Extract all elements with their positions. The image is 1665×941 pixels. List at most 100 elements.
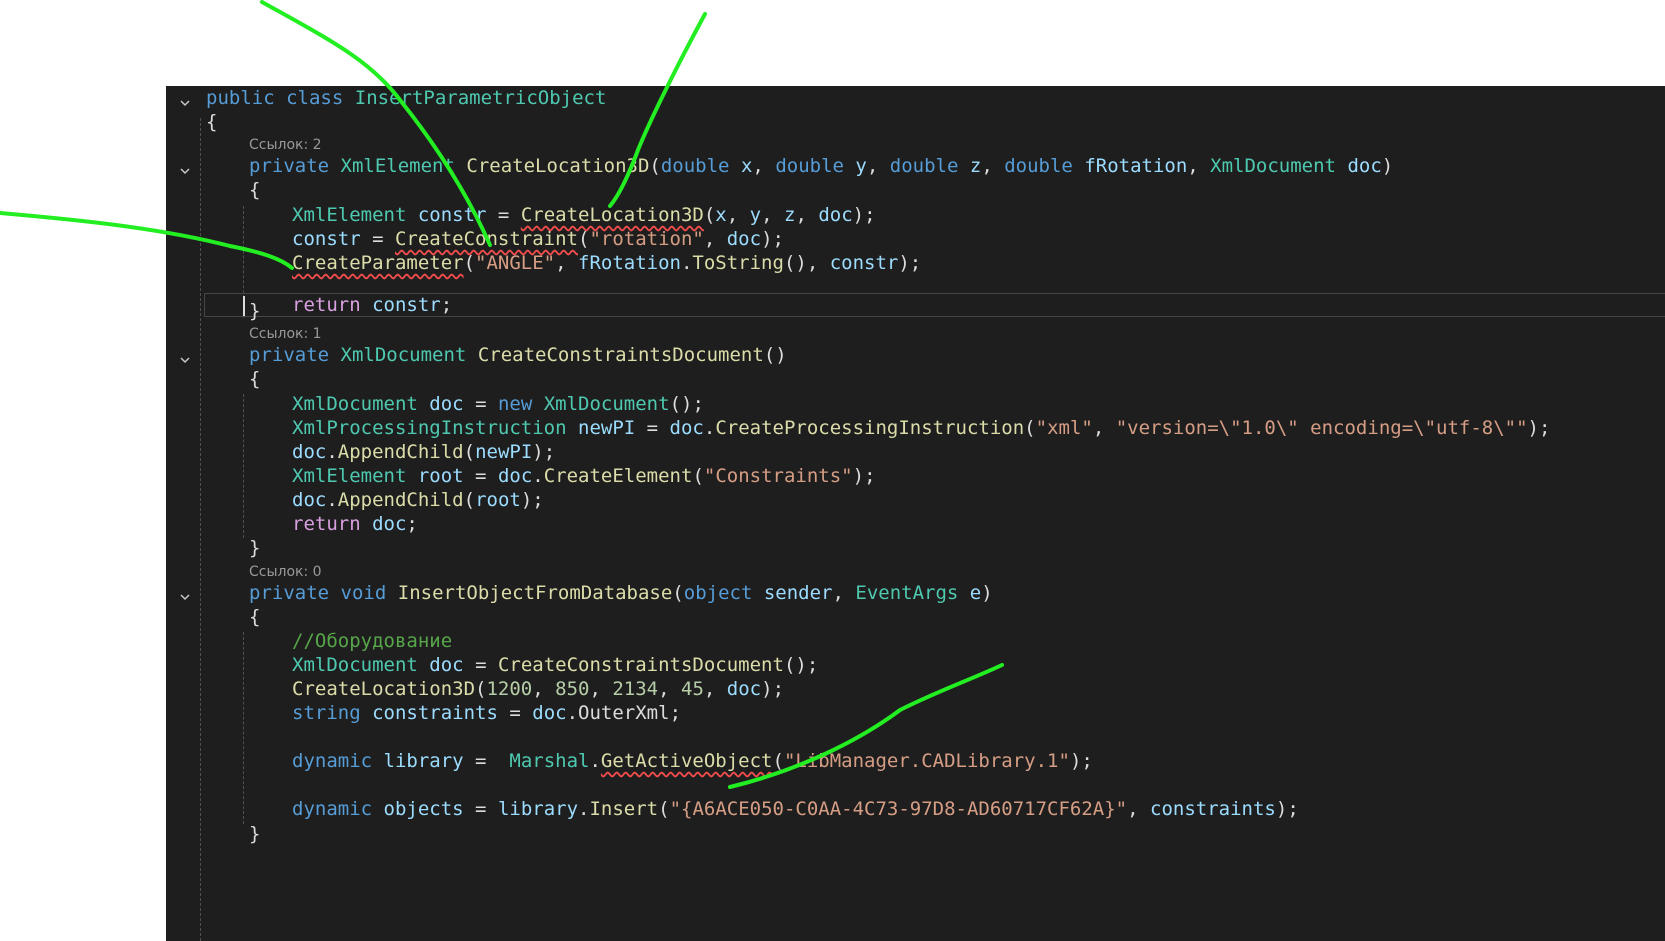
code-line-brace[interactable]: } [249,536,260,561]
code-line[interactable]: constr = CreateConstraint("rotation", do… [292,227,784,252]
code-line[interactable]: XmlDocument doc = new XmlDocument(); [292,392,704,417]
code-line-class-decl[interactable]: public class InsertParametricObject [206,86,606,111]
variable: newPI [475,441,533,463]
number-literal: 1200 [486,678,533,700]
type-name: XmlDocument [292,393,418,415]
variable: objects [383,798,464,820]
variable: doc [372,513,407,535]
keyword: new [497,393,533,415]
param: x [740,155,753,177]
collapse-chevron-icon[interactable] [180,592,190,602]
collapse-chevron-icon[interactable] [180,166,190,176]
brace: } [249,300,261,322]
variable: doc [726,678,762,700]
brace: { [249,606,261,628]
method-call[interactable]: AppendChild [338,489,464,511]
property[interactable]: OuterXml [578,702,670,724]
variable: root [475,489,521,511]
method-call-error[interactable]: CreateParameter [292,252,464,274]
variable: doc [429,654,464,676]
code-line-brace[interactable]: { [249,178,260,203]
text-caret [243,296,245,316]
code-line[interactable]: doc.AppendChild(root); [292,488,544,513]
code-line-method3-signature[interactable]: private void InsertObjectFromDatabase(ob… [249,581,993,606]
method-call[interactable]: CreateLocation3D [292,678,475,700]
code-line-brace[interactable]: { [249,367,260,392]
code-line[interactable]: XmlElement constr = CreateLocation3D(x, … [292,203,876,228]
code-line[interactable]: doc.AppendChild(newPI); [292,440,555,465]
brace: } [249,823,261,845]
code-line-comment[interactable]: //Оборудование [292,629,452,654]
method-name[interactable]: CreateLocation3D [466,155,649,177]
variable: doc [497,465,533,487]
keyword: private [249,344,330,366]
code-line-brace[interactable]: { [206,110,217,135]
variable: constr [829,252,899,274]
method-name[interactable]: InsertObjectFromDatabase [398,582,673,604]
code-line[interactable]: CreateLocation3D(1200, 850, 2134, 45, do… [292,677,784,702]
code-line[interactable]: XmlProcessingInstruction newPI = doc.Cre… [292,416,1550,441]
code-line-brace[interactable]: { [249,605,260,630]
variable: doc [429,393,464,415]
code-line[interactable]: dynamic library = Marshal.GetActiveObjec… [292,749,1093,774]
variable: library [497,798,579,820]
code-line[interactable]: string constraints = doc.OuterXml; [292,701,681,726]
method-call[interactable]: AppendChild [338,441,464,463]
code-line[interactable]: return doc; [292,512,418,537]
code-line-current[interactable]: return constr; [292,293,452,318]
code-line-method1-signature[interactable]: private XmlElement CreateLocation3D(doub… [249,154,1393,179]
codelens-references[interactable]: Ссылок: 0 [249,563,322,581]
string-literal: "Constraints" [703,465,853,487]
keyword: class [286,87,344,109]
keyword: double [775,155,844,177]
variable: newPI [578,417,636,439]
brace: } [249,537,261,559]
method-call-error[interactable]: CreateConstraint [395,228,578,250]
param: e [969,582,982,604]
brace: { [249,179,261,201]
class-name[interactable]: InsertParametricObject [355,87,607,109]
string-literal: "xml" [1035,417,1093,439]
keyword: return [292,294,361,316]
variable: constraints [372,702,498,724]
code-line[interactable]: dynamic objects = library.Insert("{A6ACE… [292,797,1299,822]
codelens-references[interactable]: Ссылок: 1 [249,325,322,343]
collapse-chevron-icon[interactable] [180,98,190,108]
method-call[interactable]: CreateProcessingInstruction [715,417,1024,439]
method-call[interactable]: CreateConstraintsDocument [498,654,784,676]
type-name: XmlDocument [1210,155,1337,177]
variable: constr [417,204,487,226]
punctuation: , [1187,155,1199,177]
number-literal: 45 [681,678,704,700]
method-call-error[interactable]: GetActiveObject [601,750,773,772]
codelens-references[interactable]: Ссылок: 2 [249,136,322,154]
method-call-error[interactable]: CreateLocation3D [521,204,704,226]
code-editor[interactable]: public class InsertParametricObject { Сс… [166,86,1665,941]
code-line-method2-signature[interactable]: private XmlDocument CreateConstraintsDoc… [249,343,787,368]
method-call[interactable]: Insert [589,798,658,820]
collapse-chevron-icon[interactable] [180,355,190,365]
variable: doc [292,489,327,511]
keyword: double [660,155,730,177]
param: y [855,155,867,177]
keyword: object [683,582,753,604]
method-call[interactable]: CreateElement [544,465,693,487]
type-name: Marshal [509,750,590,772]
keyword: private [249,155,330,177]
method-name[interactable]: CreateConstraintsDocument [478,344,764,366]
keyword: double [1004,155,1073,177]
string-literal: "ANGLE" [475,252,556,274]
variable: constr [292,228,361,250]
type-name: XmlElement [340,155,455,177]
code-line[interactable]: XmlElement root = doc.CreateElement("Con… [292,464,876,489]
method-call[interactable]: ToString [692,252,784,274]
code-line[interactable]: CreateParameter("ANGLE", fRotation.ToStr… [292,251,921,276]
number-literal: 2134 [612,678,659,700]
type-name: EventArgs [855,582,959,604]
code-line-brace[interactable]: } [249,822,260,847]
variable: constr [372,294,441,316]
code-line-brace[interactable]: } [249,299,260,324]
code-line[interactable]: XmlDocument doc = CreateConstraintsDocum… [292,653,818,678]
string-literal: "rotation" [589,228,704,250]
keyword: dynamic [292,750,373,772]
